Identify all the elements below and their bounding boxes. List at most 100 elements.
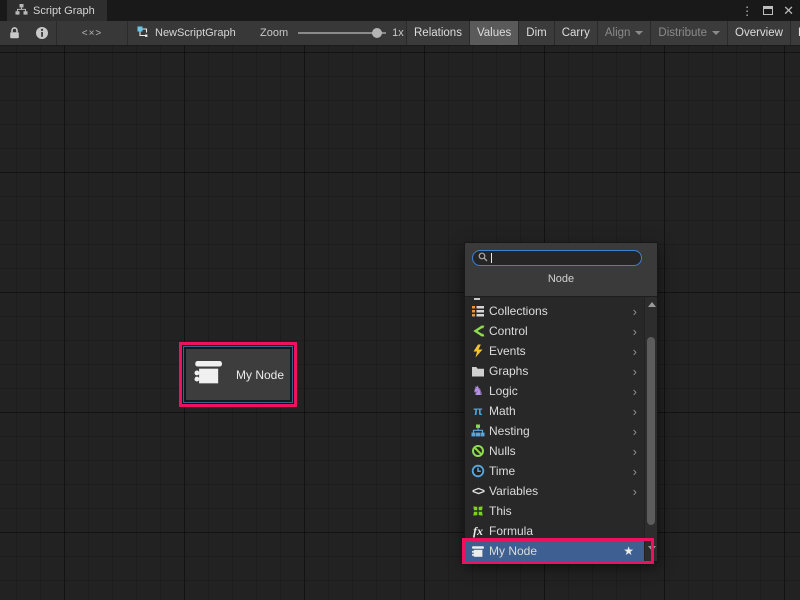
title-bar: Script Graph ⋮ ✕ xyxy=(0,0,800,21)
finder-item-label: Logic xyxy=(489,384,633,398)
scroll-up-icon[interactable] xyxy=(648,302,656,307)
finder-item-variables[interactable]: <>Variables› xyxy=(465,481,644,501)
text-caret xyxy=(491,253,492,263)
chevron-right-icon: › xyxy=(633,464,637,479)
toolbar-button-dim[interactable]: Dim xyxy=(519,21,554,45)
time-icon xyxy=(470,464,486,479)
variables-icon: <> xyxy=(470,484,486,499)
finder-item-label: My Node xyxy=(489,544,623,558)
finder-item-math[interactable]: πMath› xyxy=(465,401,644,421)
node-selection-ring: My Node xyxy=(183,346,293,403)
chevron-right-icon: › xyxy=(633,424,637,439)
kebab-menu-icon[interactable]: ⋮ xyxy=(741,5,753,17)
finder-item-label: Nesting xyxy=(489,424,633,438)
close-icon[interactable]: ✕ xyxy=(783,4,794,17)
toolbar-button-relations[interactable]: Relations xyxy=(406,21,470,45)
box-icon xyxy=(192,358,226,392)
node-my-node[interactable]: My Node xyxy=(186,349,290,400)
finder-item-label: Variables xyxy=(489,484,633,498)
box-icon xyxy=(470,544,486,559)
finder-scrollbar[interactable] xyxy=(644,296,657,561)
maximize-icon[interactable] xyxy=(763,6,773,15)
chevron-right-icon: › xyxy=(633,384,637,399)
favorite-star-icon[interactable]: ★ xyxy=(623,544,634,558)
scrollbar-thumb[interactable] xyxy=(647,337,655,525)
node-selection-annotation: My Node xyxy=(179,342,297,407)
finder-item-label: Graphs xyxy=(489,364,633,378)
finder-item-time[interactable]: Time› xyxy=(465,461,644,481)
zoom-slider-handle[interactable] xyxy=(372,28,382,38)
info-icon[interactable] xyxy=(28,21,56,45)
toolbar-button-label: Values xyxy=(477,27,511,39)
graph-wire-icon xyxy=(137,26,149,41)
lock-icon[interactable] xyxy=(0,21,28,45)
finder-item-graphs[interactable]: Graphs› xyxy=(465,361,644,381)
graph-name[interactable]: NewScriptGraph xyxy=(137,21,236,45)
graphs-icon xyxy=(470,364,486,379)
toolbar-button-label: Relations xyxy=(414,27,462,39)
finder-item-label: Control xyxy=(489,324,633,338)
hierarchy-icon xyxy=(15,3,28,19)
finder-item-events[interactable]: Events› xyxy=(465,341,644,361)
logic-icon: ♞ xyxy=(470,384,486,399)
dropdown-arrow-icon xyxy=(712,31,720,35)
finder-item-label: Collections xyxy=(489,304,633,318)
control-icon xyxy=(470,324,486,339)
finder-item-my-node[interactable]: My Node★ xyxy=(465,541,644,561)
script-graph-window: Script Graph ⋮ ✕ <×> NewScript xyxy=(0,0,800,600)
finder-item-label: Time xyxy=(489,464,633,478)
toolbar-button-label: Overview xyxy=(735,27,783,39)
finder-item-label: Math xyxy=(489,404,633,418)
graph-canvas[interactable]: My Node Node Collections›Control›Events›… xyxy=(0,46,800,600)
dropdown-arrow-icon xyxy=(635,31,643,35)
this-icon xyxy=(470,504,486,519)
finder-item-label: Events xyxy=(489,344,633,358)
partial-scrolled-item xyxy=(474,298,480,300)
tab-title: Script Graph xyxy=(33,5,95,17)
toolbar-button-distribute: Distribute xyxy=(651,21,728,45)
node-label: My Node xyxy=(236,368,284,382)
finder-item-formula[interactable]: fxFormula xyxy=(465,521,644,541)
finder-item-nulls[interactable]: Nulls› xyxy=(465,441,644,461)
finder-item-logic[interactable]: ♞Logic› xyxy=(465,381,644,401)
zoom-label: Zoom xyxy=(260,27,288,39)
finder-list: Collections›Control›Events›Graphs›♞Logic… xyxy=(465,296,644,561)
chevron-right-icon: › xyxy=(633,364,637,379)
toolbar-button-overview[interactable]: Overview xyxy=(728,21,791,45)
chevron-right-icon: › xyxy=(633,404,637,419)
toolbar-button-full-s[interactable]: Full S xyxy=(791,21,800,45)
search-input[interactable] xyxy=(472,250,642,266)
fuzzy-finder-popup: Node Collections›Control›Events›Graphs›♞… xyxy=(464,242,658,562)
zoom-slider[interactable] xyxy=(298,32,386,34)
toolbar-button-carry[interactable]: Carry xyxy=(555,21,598,45)
finder-item-nesting[interactable]: Nesting› xyxy=(465,421,644,441)
toolbar-button-label: Dim xyxy=(526,27,546,39)
events-icon xyxy=(470,344,486,359)
toolbar-buttons: Relations Values Dim Carry Align Distribute Ov… xyxy=(406,21,800,45)
math-icon: π xyxy=(470,404,486,419)
finder-header: Node xyxy=(465,273,657,285)
toolbar-button-label: Distribute xyxy=(658,27,707,39)
chevron-right-icon: › xyxy=(633,324,637,339)
chevron-right-icon: › xyxy=(633,304,637,319)
toolbar-button-align: Align xyxy=(598,21,652,45)
chevron-right-icon: › xyxy=(633,344,637,359)
chevron-right-icon: › xyxy=(633,484,637,499)
nesting-icon xyxy=(470,424,486,439)
finder-item-label: Formula xyxy=(489,524,644,538)
finder-item-label: This xyxy=(489,504,644,518)
finder-item-this[interactable]: This xyxy=(465,501,644,521)
code-icon[interactable]: <×> xyxy=(57,21,127,45)
tab-script-graph[interactable]: Script Graph xyxy=(7,0,107,21)
finder-item-collections[interactable]: Collections› xyxy=(465,301,644,321)
toolbar-button-label: Carry xyxy=(562,27,590,39)
finder-item-control[interactable]: Control› xyxy=(465,321,644,341)
zoom-value: 1x xyxy=(392,27,404,39)
toolbar-button-label: Align xyxy=(605,27,631,39)
graph-toolbar: <×> NewScriptGraph Zoom 1x Relations Valu… xyxy=(0,21,800,46)
toolbar-button-values[interactable]: Values xyxy=(470,21,519,45)
collections-icon xyxy=(470,304,486,319)
scroll-down-icon[interactable] xyxy=(648,546,656,551)
finder-item-label: Nulls xyxy=(489,444,633,458)
chevron-right-icon: › xyxy=(633,444,637,459)
